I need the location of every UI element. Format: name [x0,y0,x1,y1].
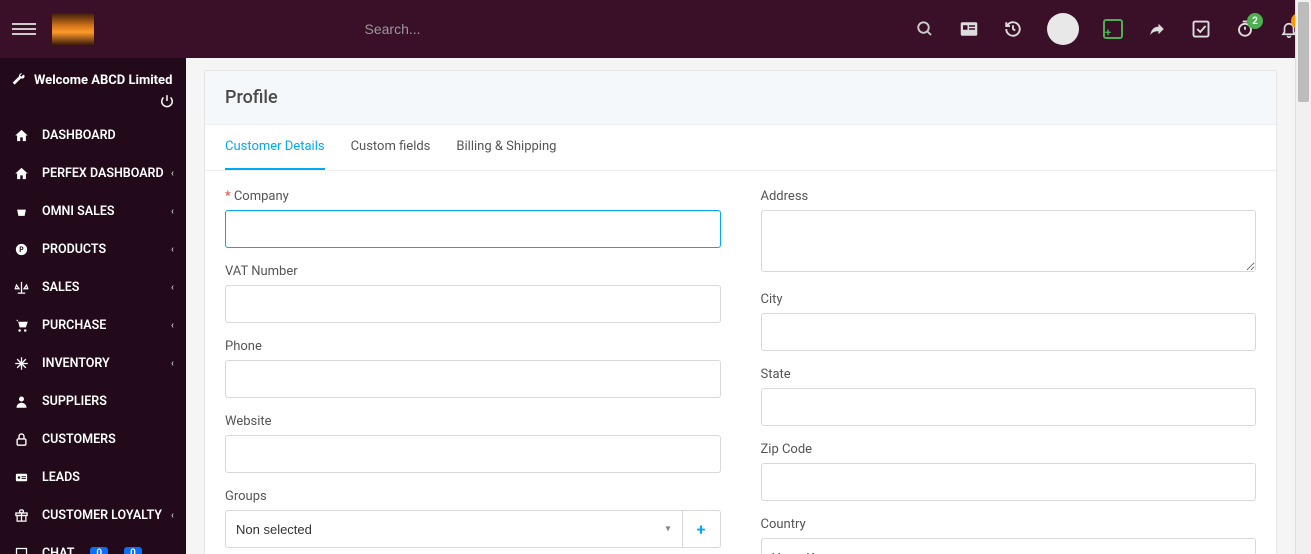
city-input[interactable] [761,313,1257,351]
chat-badge-2: 0 [124,547,142,554]
tab-customer-details[interactable]: Customer Details [225,125,325,170]
chevron-left-icon: ‹ [171,510,174,521]
form-left-column: Company VAT Number Phone Website Groups [225,189,721,554]
state-label: State [761,367,1257,382]
sidebar-item-suppliers[interactable]: SUPPLIERS [0,382,186,420]
power-icon[interactable] [160,94,174,108]
sidebar-item-label: CUSTOMERS [42,432,116,447]
sidebar-item-label: PRODUCTS [42,242,106,257]
sidebar-item-label: CHAT [42,546,74,554]
vat-label: VAT Number [225,264,721,279]
topbar: 2 3 [0,0,1311,58]
gift-icon [12,506,30,524]
profile-panel: Profile Customer Details Custom fields B… [204,70,1277,554]
id-card-icon[interactable] [959,19,979,39]
state-input[interactable] [761,388,1257,426]
chevron-left-icon: ‹ [171,206,174,217]
lock-icon [12,430,30,448]
phone-input[interactable] [225,360,721,398]
sidebar-item-purchase[interactable]: PURCHASE ‹ [0,306,186,344]
basket-icon [12,202,30,220]
chevron-left-icon: ‹ [171,320,174,331]
zip-label: Zip Code [761,442,1257,457]
sidebar-item-customers[interactable]: CUSTOMERS [0,420,186,458]
country-select[interactable] [761,538,1257,554]
app-logo[interactable] [52,13,94,45]
country-label: Country [761,517,1257,532]
sidebar-item-chat[interactable]: CHAT 0 0 [0,534,186,554]
address-input[interactable] [761,210,1257,272]
sidebar-item-inventory[interactable]: INVENTORY ‹ [0,344,186,382]
sidebar-item-omni-sales[interactable]: OMNI SALES ‹ [0,192,186,230]
zip-input[interactable] [761,463,1257,501]
add-group-button[interactable]: + [683,510,721,548]
search-icon[interactable] [915,19,935,39]
sidebar-item-label: PERFEX DASHBOARD [42,166,164,181]
scrollbar-thumb[interactable] [1298,2,1309,102]
city-label: City [761,292,1257,307]
form-right-column: Address City State Zip Code Country [761,189,1257,554]
chevron-left-icon: ‹ [171,282,174,293]
user-avatar[interactable] [1047,13,1079,45]
share-icon[interactable] [1147,19,1167,39]
company-label: Company [225,189,721,204]
website-input[interactable] [225,435,721,473]
svg-text:P: P [19,246,24,254]
sidebar-item-perfex-dashboard[interactable]: PERFEX DASHBOARD ‹ [0,154,186,192]
home-icon [12,164,30,182]
vat-input[interactable] [225,285,721,323]
snowflake-icon [12,354,30,372]
page-scrollbar[interactable] [1295,0,1311,554]
message-icon[interactable] [1103,19,1123,39]
chat-icon [12,544,30,554]
phone-label: Phone [225,339,721,354]
sidebar-item-label: SUPPLIERS [42,394,107,409]
sidebar-item-leads[interactable]: LEADS [0,458,186,496]
scale-icon [12,278,30,296]
sidebar-item-label: INVENTORY [42,356,110,371]
settings-badge: 2 [1247,13,1263,29]
groups-label: Groups [225,489,721,504]
home-icon [12,126,30,144]
chat-badge-1: 0 [90,547,108,554]
history-icon[interactable] [1003,19,1023,39]
sidebar-item-dashboard[interactable]: DASHBOARD [0,116,186,154]
address-label: Address [761,189,1257,204]
cart-icon [12,316,30,334]
panel-title: Profile [225,87,1256,108]
chevron-left-icon: ‹ [171,358,174,369]
panel-header: Profile [205,71,1276,125]
groups-select[interactable] [225,510,683,548]
company-input[interactable] [225,210,721,248]
wrench-icon [10,72,26,88]
user-icon [12,392,30,410]
sidebar-item-label: SALES [42,280,79,295]
settings-timer-icon[interactable]: 2 [1235,19,1255,39]
tabs: Customer Details Custom fields Billing &… [205,125,1276,171]
sidebar-item-label: CUSTOMER LOYALTY [42,508,162,523]
sidebar: Welcome ABCD Limited DASHBOARD PERFEX DA… [0,58,186,554]
tab-custom-fields[interactable]: Custom fields [351,125,431,170]
sidebar-item-label: OMNI SALES [42,204,115,219]
sidebar-item-sales[interactable]: SALES ‹ [0,268,186,306]
product-icon: P [12,240,30,258]
welcome-text: Welcome ABCD Limited [0,58,186,94]
chevron-left-icon: ‹ [171,168,174,179]
search-input[interactable] [365,21,625,37]
sidebar-item-label: DASHBOARD [42,128,116,143]
check-icon[interactable] [1191,19,1211,39]
sidebar-item-customer-loyalty[interactable]: CUSTOMER LOYALTY ‹ [0,496,186,534]
main-content: Profile Customer Details Custom fields B… [186,58,1295,554]
leads-icon [12,468,30,486]
sidebar-item-label: PURCHASE [42,318,106,333]
search-wrap [365,21,625,37]
menu-toggle-icon[interactable] [12,17,36,41]
chevron-left-icon: ‹ [171,244,174,255]
website-label: Website [225,414,721,429]
tab-billing-shipping[interactable]: Billing & Shipping [456,125,556,170]
sidebar-item-label: LEADS [42,470,80,485]
sidebar-item-products[interactable]: P PRODUCTS ‹ [0,230,186,268]
